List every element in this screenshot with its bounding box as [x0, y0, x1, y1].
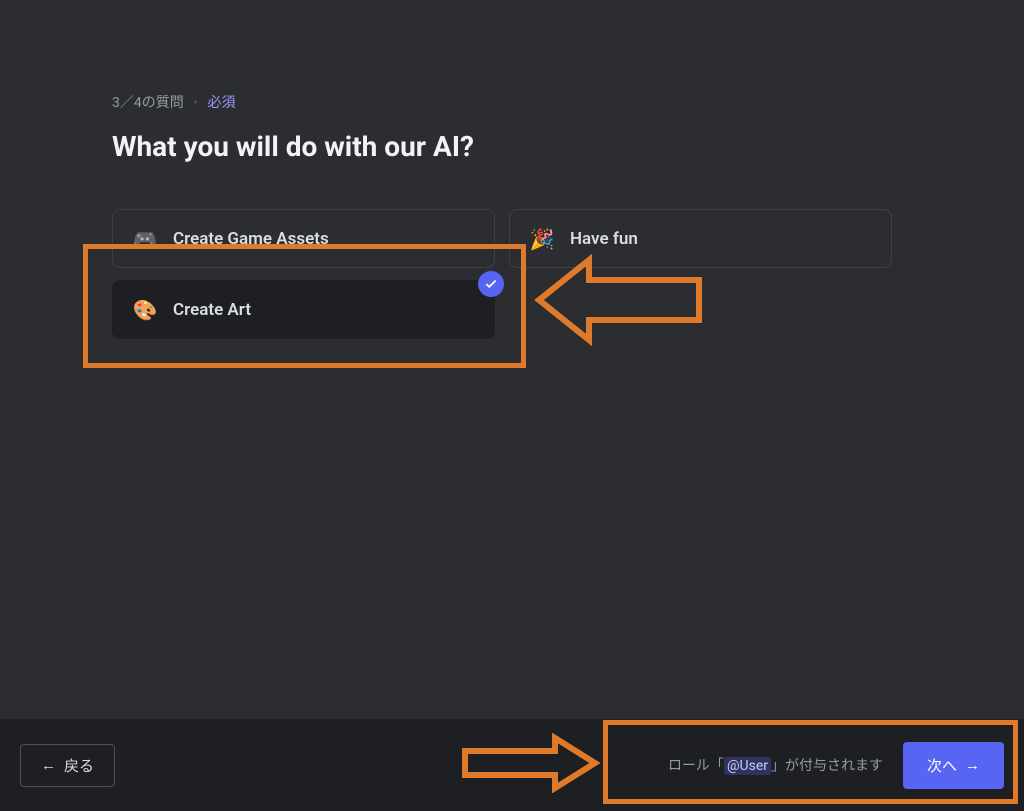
next-label: 次へ [927, 755, 957, 776]
arrow-left-icon: ← [41, 757, 56, 774]
options-grid: 🎮 Create Game Assets 🎉 Have fun 🎨 Create… [112, 209, 892, 339]
page-title: What you will do with our AI? [112, 130, 912, 163]
next-button[interactable]: 次へ → [903, 742, 1004, 789]
progress-indicator: 3／4の質問 • 必須 [112, 92, 912, 112]
option-label: Create Game Assets [173, 229, 329, 249]
role-mention: @User [724, 757, 771, 775]
role-assignment-text: ロール「@User」が付与されます [668, 755, 883, 775]
back-button[interactable]: ← 戻る [20, 744, 115, 787]
back-label: 戻る [64, 755, 94, 776]
separator-dot: • [193, 95, 198, 111]
arrow-right-icon: → [965, 757, 980, 774]
option-create-art[interactable]: 🎨 Create Art [112, 280, 495, 339]
option-create-game-assets[interactable]: 🎮 Create Game Assets [112, 209, 495, 268]
option-have-fun[interactable]: 🎉 Have fun [509, 209, 892, 268]
required-label: 必須 [207, 95, 235, 111]
palette-icon: 🎨 [133, 298, 157, 322]
option-label: Create Art [173, 300, 251, 320]
step-text: 3／4の質問 [112, 95, 184, 111]
check-icon [478, 271, 504, 297]
option-label: Have fun [570, 229, 638, 249]
gamepad-icon: 🎮 [133, 227, 157, 251]
party-icon: 🎉 [530, 227, 554, 251]
footer-bar: ← 戻る ロール「@User」が付与されます 次へ → [0, 719, 1024, 811]
